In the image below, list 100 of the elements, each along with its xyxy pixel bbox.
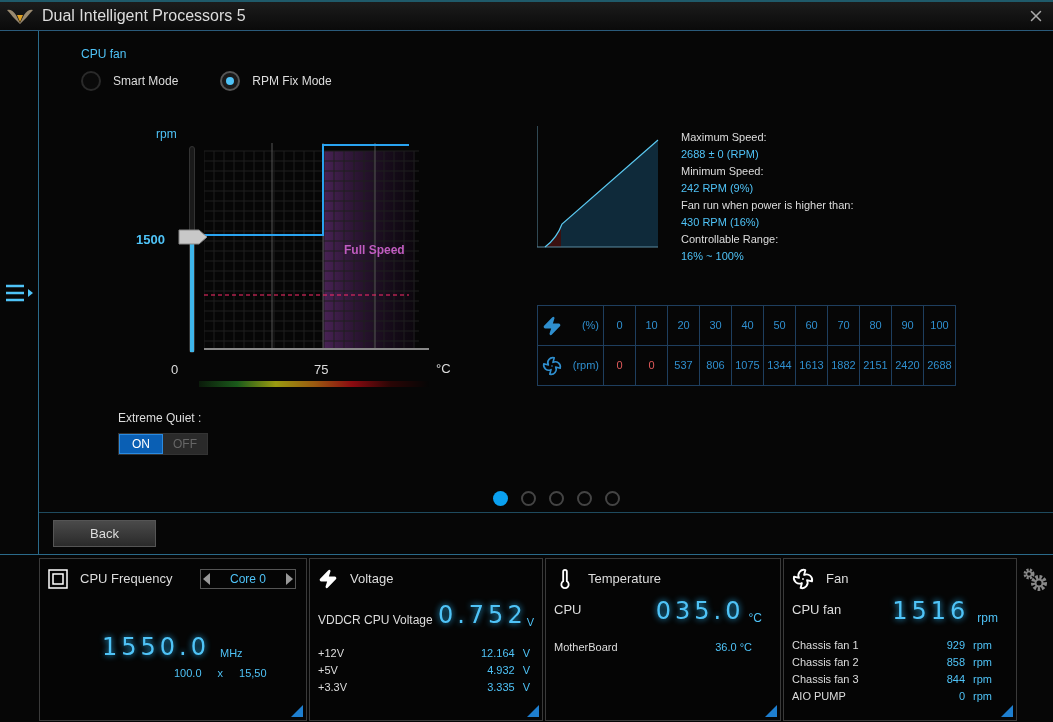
toggle-option[interactable]: ON — [119, 434, 163, 454]
reading-label: Chassis fan 1 — [792, 638, 859, 653]
slider-reading: 1500 — [136, 231, 165, 249]
radio-button[interactable] — [220, 71, 241, 91]
lightning-icon — [542, 315, 562, 336]
table-cell: 1882 — [827, 345, 860, 386]
voltage-value: 0.752 — [437, 600, 527, 631]
table-cell: 2688 — [923, 345, 956, 386]
table-cell: 60 — [795, 305, 828, 346]
multiply-sign: x — [217, 666, 224, 681]
table-cell: 1075 — [731, 345, 764, 386]
reading-value: 4.932 V — [487, 663, 530, 678]
table-cell: 0 — [603, 305, 636, 346]
axis-tick-label: 75 — [314, 361, 329, 379]
core-selector[interactable]: Core 0 — [200, 569, 296, 589]
reading-label: Chassis fan 3 — [792, 672, 859, 687]
option-label: Extreme Quiet : — [118, 410, 203, 427]
reading-label: CPU — [554, 600, 582, 619]
radio-label: RPM Fix Mode — [252, 73, 332, 90]
reading-value: 0 rpm — [958, 689, 992, 704]
table-cell: 2151 — [859, 345, 892, 386]
reading-value: 844 rpm — [946, 672, 992, 687]
caret-right-icon[interactable] — [285, 573, 293, 585]
lightning-icon — [318, 569, 338, 589]
window-title: Dual Intelligent Processors 5 — [42, 6, 246, 26]
bclk-value: 100.0 — [174, 666, 202, 681]
unit-label: (rpm) — [572, 358, 599, 374]
info-value: 2688 ± 0 (RPM) — [681, 147, 760, 162]
table-cell: 70 — [827, 305, 860, 346]
reading-label: +12V — [318, 646, 344, 661]
info-value: 430 RPM (16%) — [681, 215, 761, 230]
reading-label: AIO PUMP — [792, 689, 846, 704]
radio-label: Smart Mode — [113, 73, 179, 90]
unit-label: rpm — [977, 610, 998, 627]
corner-triangle-icon[interactable] — [291, 705, 303, 717]
settings-button[interactable] — [1023, 568, 1049, 592]
reading-value: 858 rpm — [946, 655, 992, 670]
ratio-value: 15,50 — [239, 666, 267, 681]
fan-icon — [542, 355, 562, 376]
info-label: Minimum Speed: — [681, 164, 765, 179]
reading-value: 12.164 V — [481, 646, 530, 661]
table-cell: 2420 — [891, 345, 924, 386]
table-cell: 30 — [699, 305, 732, 346]
corner-triangle-icon[interactable] — [1001, 705, 1013, 717]
reading-value: 3.335 V — [487, 680, 530, 695]
radio-button[interactable] — [81, 71, 101, 91]
fan-speed-value: 1516 — [892, 596, 970, 627]
table-cell: 1613 — [795, 345, 828, 386]
slider-thumb[interactable] — [178, 229, 208, 246]
unit-label: (%) — [581, 318, 599, 334]
menu-icon[interactable] — [4, 282, 34, 303]
back-button[interactable]: Back — [53, 520, 156, 547]
axis-unit-label: rpm — [156, 126, 177, 143]
reading-label: MotherBoard — [554, 640, 618, 655]
chip-icon — [48, 569, 68, 589]
unit-label: V — [526, 614, 534, 630]
reading-value: 36.0 °C — [715, 640, 752, 655]
axis-tick-label: 0 — [171, 361, 179, 379]
corner-triangle-icon[interactable] — [765, 705, 777, 717]
panel-title: Voltage — [350, 570, 394, 589]
info-value: 242 RPM (9%) — [681, 181, 755, 196]
fan-icon — [792, 568, 814, 590]
table-cell: 1344 — [763, 345, 796, 386]
info-label: Maximum Speed: — [681, 130, 768, 145]
reading-label: +3.3V — [318, 680, 348, 695]
table-cell: 20 — [667, 305, 700, 346]
table-cell: 40 — [731, 305, 764, 346]
info-value: 16% ~ 100% — [681, 249, 745, 264]
table-cell: 537 — [667, 345, 700, 386]
unit-label: MHz — [220, 645, 243, 661]
table-cell: 0 — [603, 345, 636, 386]
table-cell: 50 — [763, 305, 796, 346]
reading-label: CPU fan — [792, 600, 842, 619]
zone-label: Full Speed — [344, 242, 405, 259]
slider-track[interactable] — [189, 146, 195, 353]
reading-label: VDDCR CPU Voltage — [318, 612, 433, 629]
temperature-value: 035.0 — [655, 596, 745, 627]
frequency-value: 1550.0 — [102, 632, 210, 663]
unit-label: °C — [748, 610, 762, 627]
info-label: Fan run when power is higher than: — [681, 198, 854, 213]
reading-label: +5V — [318, 663, 338, 678]
reading-label: Chassis fan 2 — [792, 655, 859, 670]
logo-icon — [6, 7, 34, 25]
section-title: CPU fan — [81, 46, 128, 63]
caret-left-icon[interactable] — [203, 573, 211, 585]
axis-unit-label: °C — [436, 360, 451, 378]
info-label: Controllable Range: — [681, 232, 780, 247]
panel-title: Temperature — [588, 570, 661, 589]
corner-triangle-icon[interactable] — [527, 705, 539, 717]
core-label: Core 0 — [230, 571, 266, 588]
table-cell: 80 — [859, 305, 892, 346]
table-cell: 806 — [699, 345, 732, 386]
table-cell: 10 — [635, 305, 668, 346]
table-cell: 100 — [923, 305, 956, 346]
table-cell: 0 — [635, 345, 668, 386]
panel-title: CPU Frequency — [80, 570, 173, 589]
table-cell: 90 — [891, 305, 924, 346]
gears-icon — [1023, 568, 1049, 592]
reading-value: 929 rpm — [946, 638, 992, 653]
panel-title: Fan — [826, 570, 849, 589]
